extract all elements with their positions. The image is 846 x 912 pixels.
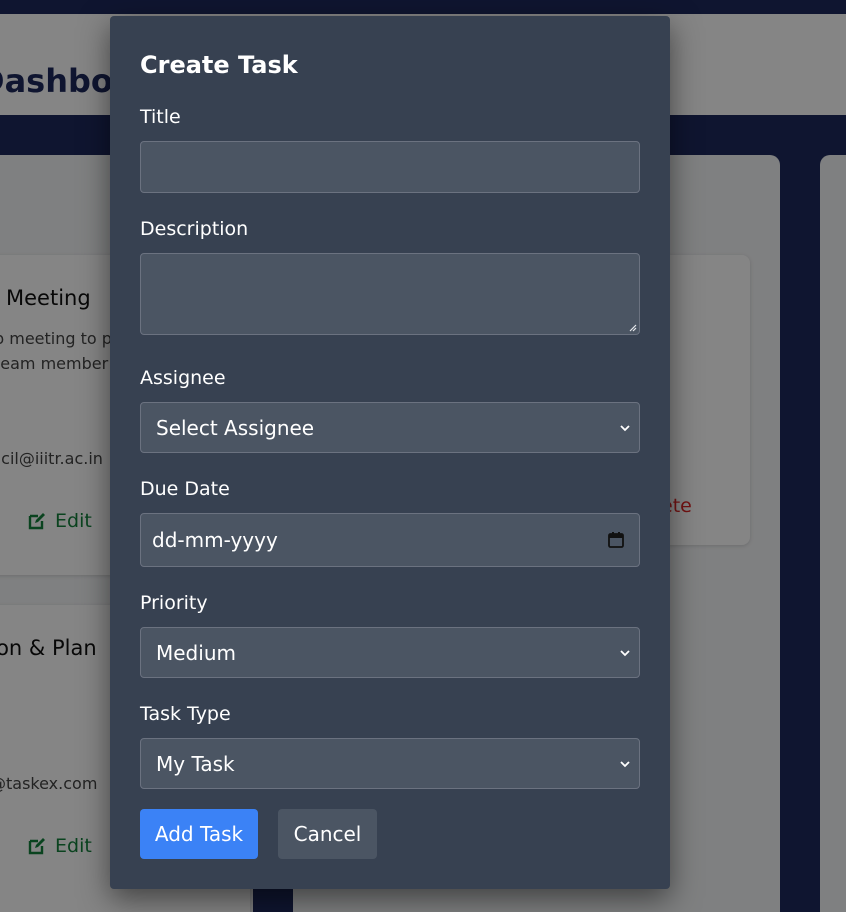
title-input[interactable] — [140, 141, 640, 193]
task-type-label: Task Type — [140, 703, 231, 725]
create-task-modal: Create Task Title Description Assignee S… — [110, 16, 670, 889]
chevron-down-icon — [620, 424, 630, 431]
chevron-down-icon — [620, 649, 630, 656]
task-type-select[interactable]: My Task — [140, 738, 640, 789]
due-date-label: Due Date — [140, 478, 230, 500]
description-label: Description — [140, 218, 249, 240]
assignee-label: Assignee — [140, 367, 226, 389]
calendar-icon[interactable] — [607, 531, 625, 549]
resize-handle-icon[interactable] — [628, 323, 637, 332]
add-task-button[interactable]: Add Task — [140, 809, 258, 859]
description-textarea[interactable] — [140, 253, 640, 335]
assignee-select[interactable]: Select Assignee — [140, 402, 640, 453]
priority-select[interactable]: Medium — [140, 627, 640, 678]
due-date-input[interactable]: dd-mm-yyyy — [140, 513, 640, 567]
chevron-down-icon — [620, 760, 630, 767]
priority-label: Priority — [140, 592, 208, 614]
title-label: Title — [140, 106, 181, 128]
cancel-button[interactable]: Cancel — [278, 809, 377, 859]
modal-title: Create Task — [140, 51, 298, 79]
